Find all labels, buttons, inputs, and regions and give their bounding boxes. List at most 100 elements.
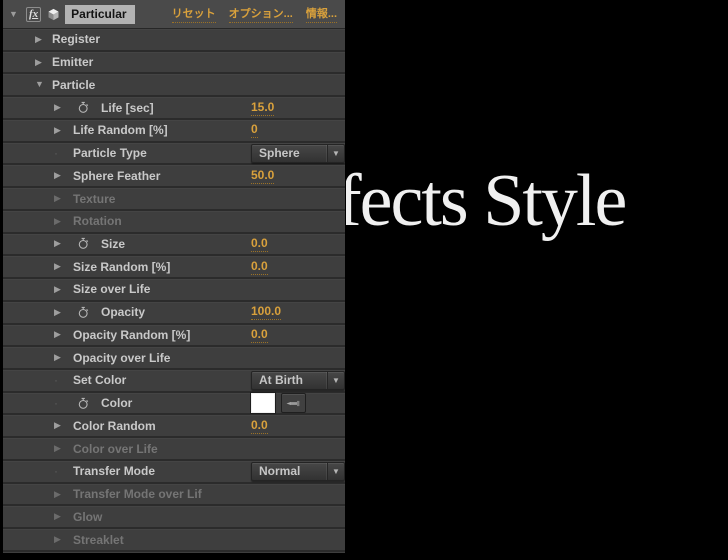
disclosure-triangle-icon[interactable]: ▶ [54,171,70,180]
disclosure-triangle-icon[interactable]: ▶ [54,308,70,317]
disclosure-triangle-icon[interactable]: ▶ [54,330,70,339]
property-value[interactable]: 50.0 [251,168,274,184]
row-particle: ▼ Particle [3,74,345,97]
disclosure-triangle-icon[interactable]: ▶ [54,239,70,248]
disclosure-triangle-icon[interactable]: ▶ [35,58,49,67]
row-size-random: ▶ Size Random [%] 0.0 [3,256,345,279]
property-label: Color over Life [73,442,158,456]
property-label: Opacity over Life [73,351,170,365]
row-label-cell: ▶ Streaklet [3,533,251,547]
disclosure-triangle-icon[interactable]: ▶ [54,444,70,453]
row-label-cell: ▶ Texture [3,192,251,206]
color-control [251,393,306,413]
disclosure-triangle-icon[interactable]: ▶ [54,126,70,135]
row-label-cell: ▶ Register [3,32,232,46]
row-value-cell: 0.0 [251,259,345,275]
row-size: ▶ Size 0.0 [3,234,345,257]
property-label: Streaklet [73,533,124,547]
effect-controls-panel: ▼ fx Particular リセット オプション... 情報... ▶ Re… [3,0,345,553]
row-texture: ▶ Texture [3,188,345,211]
row-set-color: · Set Color At Birth ▼ [3,370,345,393]
row-transfer-mode-over-lif: ▶ Transfer Mode over Lif [3,484,345,507]
property-label: Transfer Mode over Lif [73,487,202,501]
property-value[interactable]: 15.0 [251,100,274,116]
property-label: Opacity Random [%] [73,328,190,342]
effect-name[interactable]: Particular [65,5,134,24]
row-label-cell: ▶ Color over Life [3,442,251,456]
property-label: Life Random [%] [73,123,168,137]
row-value-cell: 100.0 [251,304,345,320]
row-label-cell: ▶ Size [3,237,251,251]
options-link[interactable]: オプション... [229,5,293,23]
chevron-down-icon: ▼ [327,145,344,162]
disclosure-triangle-icon: · [54,465,70,477]
disclosure-triangle-icon: · [54,374,70,386]
dropdown[interactable]: At Birth ▼ [251,371,345,390]
stopwatch-icon[interactable] [77,237,90,250]
row-opacity: ▶ Opacity 100.0 [3,302,345,325]
disclosure-triangle-icon: · [54,147,70,159]
row-color-random: ▶ Color Random 0.0 [3,415,345,438]
property-value[interactable]: 0 [251,122,258,138]
row-value-cell: 50.0 [251,168,345,184]
property-value[interactable]: 0.0 [251,418,268,434]
property-value[interactable]: 0.0 [251,236,268,252]
disclosure-triangle-icon[interactable]: ▶ [54,512,70,521]
row-value-cell: 0.0 [251,236,345,252]
dropdown[interactable]: Normal ▼ [251,462,345,481]
property-label: Glow [73,510,102,524]
row-particle-type: · Particle Type Sphere ▼ [3,143,345,166]
row-life-sec: ▶ Life [sec] 15.0 [3,97,345,120]
property-value[interactable]: 0.0 [251,327,268,343]
disclosure-triangle-icon[interactable]: ▼ [35,80,49,89]
row-value-cell: 0.0 [251,327,345,343]
disclosure-triangle-icon[interactable]: ▶ [54,217,70,226]
disclosure-triangle-icon[interactable]: ▶ [35,35,49,44]
disclosure-triangle-icon[interactable]: ▶ [54,285,70,294]
stopwatch-icon[interactable] [77,306,90,319]
row-label-cell: ▶ Opacity [3,305,251,319]
property-label: Sphere Feather [73,169,160,183]
row-value-cell: 0.0 [251,418,345,434]
effect-links: リセット オプション... 情報... [172,5,345,23]
disclosure-triangle-icon[interactable]: ▶ [54,262,70,271]
property-value[interactable]: 0.0 [251,259,268,275]
disclosure-triangle-icon[interactable]: ▶ [54,353,70,362]
stopwatch-icon[interactable] [77,397,90,410]
composition-text: fects Style [337,159,625,244]
stopwatch-icon[interactable] [77,101,90,114]
row-label-cell: · Transfer Mode [3,464,251,478]
color-swatch[interactable] [251,393,275,413]
row-label-cell: ▶ Opacity over Life [3,351,251,365]
eyedropper-icon[interactable] [281,393,306,413]
row-label-cell: · Particle Type [3,146,251,160]
property-rows: ▶ Register ▶ Emitter ▼ Particle [3,29,345,552]
dropdown[interactable]: Sphere ▼ [251,144,345,163]
row-opacity-over-life: ▶ Opacity over Life [3,347,345,370]
effect-collapse-triangle-icon[interactable]: ▼ [9,9,23,19]
info-link[interactable]: 情報... [306,5,337,23]
reset-link[interactable]: リセット [172,5,216,23]
property-label: Emitter [52,55,93,69]
row-label-cell: ▶ Glow [3,510,251,524]
row-label-cell: ▶ Emitter [3,55,232,69]
row-label-cell: ▶ Size over Life [3,282,251,296]
fx-badge-icon[interactable]: fx [26,7,41,22]
row-label-cell: · Set Color [3,373,251,387]
disclosure-triangle-icon[interactable]: ▶ [54,535,70,544]
row-rotation: ▶ Rotation [3,211,345,234]
row-label-cell: ▶ Life Random [%] [3,123,251,137]
row-register: ▶ Register [3,29,345,52]
disclosure-triangle-icon[interactable]: ▶ [54,194,70,203]
row-value-cell: Normal ▼ [251,462,345,481]
row-transfer-mode: · Transfer Mode Normal ▼ [3,461,345,484]
disclosure-triangle-icon[interactable]: ▶ [54,421,70,430]
property-label: Color [101,396,132,410]
property-value[interactable]: 100.0 [251,304,281,320]
property-label: Transfer Mode [73,464,155,478]
row-label-cell: ▶ Color Random [3,419,251,433]
property-label: Set Color [73,373,126,387]
disclosure-triangle-icon[interactable]: ▶ [54,490,70,499]
row-size-over-life: ▶ Size over Life [3,279,345,302]
disclosure-triangle-icon[interactable]: ▶ [54,103,70,112]
